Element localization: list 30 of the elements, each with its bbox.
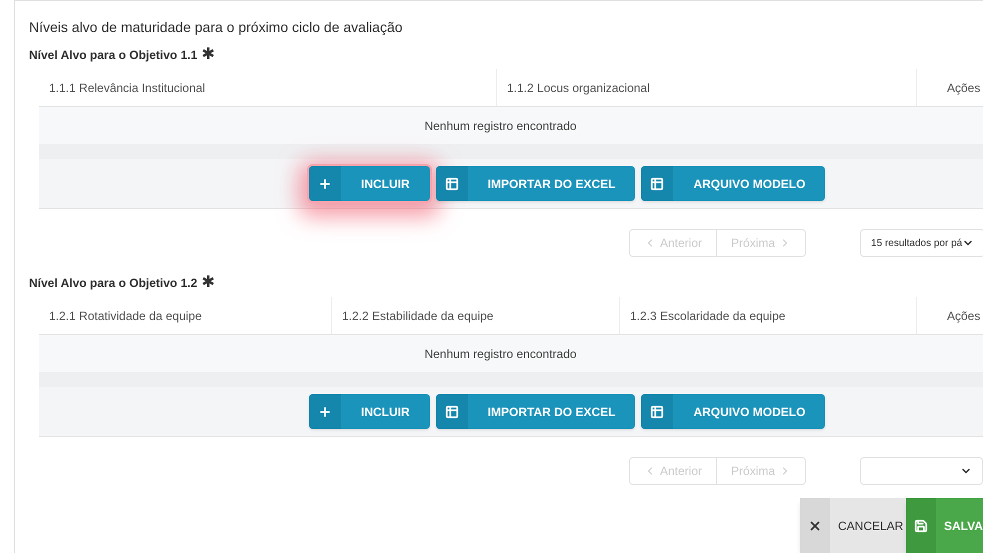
required-mark: ✱ <box>201 47 214 63</box>
page-size-select[interactable] <box>860 457 983 485</box>
section-title: Nível Alvo para o Objetivo 1.1 <box>29 47 198 64</box>
column-header: 1.2.1 Rotatividade da equipe <box>49 308 202 324</box>
table-action-button[interactable]: IMPORTAR DO EXCEL <box>436 166 636 201</box>
column-header: 1.1.1 Relevância Institucional <box>49 80 206 96</box>
column-header: Ações <box>947 80 980 96</box>
plus-icon <box>318 404 332 418</box>
empty-message: Nenhum registro encontrado <box>424 118 577 134</box>
table-action-button[interactable]: ARQUIVO MODELO <box>641 394 826 429</box>
plus-icon <box>318 176 332 190</box>
table-action-button[interactable]: ARQUIVO MODELO <box>641 166 826 201</box>
save-button[interactable]: SALVA <box>906 498 983 553</box>
column-header: 1.2.3 Escolaridade da equipe <box>630 308 786 324</box>
column-header: 1.1.2 Locus organizacional <box>507 80 650 96</box>
page-heading: Níveis alvo de maturidade para o próximo ciclo de avaliação <box>29 18 404 37</box>
grid-icon <box>650 404 664 418</box>
column-header: Ações <box>947 308 980 324</box>
close-icon <box>808 518 822 532</box>
section-title: Nível Alvo para o Objetivo 1.2 <box>29 275 198 292</box>
empty-message: Nenhum registro encontrado <box>424 346 577 362</box>
column-header: 1.2.2 Estabilidade da equipe <box>342 308 494 324</box>
grid-icon <box>444 404 459 418</box>
grid-icon <box>650 176 664 190</box>
cancel-button[interactable]: CANCELAR <box>800 498 906 553</box>
add-button[interactable]: INCLUIR <box>309 394 430 429</box>
required-mark: ✱ <box>201 275 214 291</box>
table-action-button[interactable]: IMPORTAR DO EXCEL <box>436 394 636 429</box>
add-button[interactable]: INCLUIR <box>309 166 430 201</box>
grid-icon <box>444 176 459 190</box>
